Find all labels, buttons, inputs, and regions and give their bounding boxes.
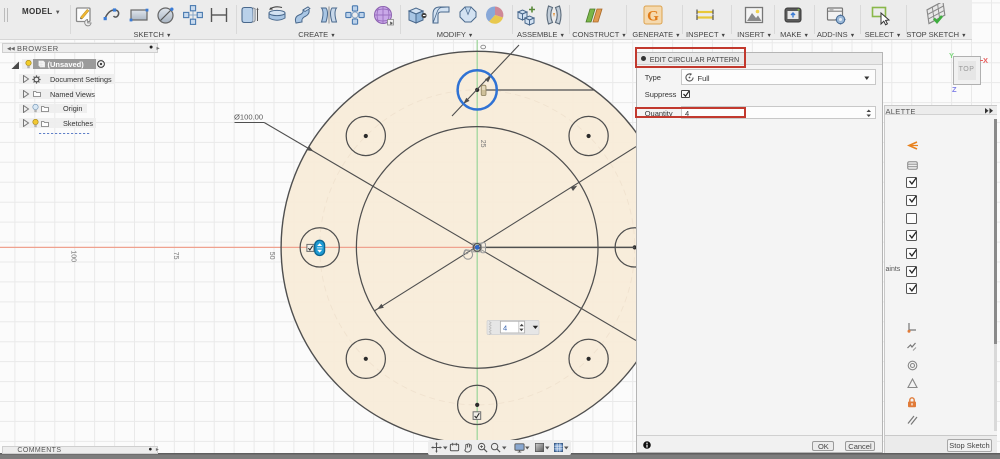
svg-text:75: 75 [172,252,179,260]
svg-text:100: 100 [70,250,77,262]
svg-text:50: 50 [268,252,275,260]
svg-text:G: G [648,9,660,25]
svg-text:25: 25 [479,140,486,148]
svg-text:4: 4 [503,324,507,333]
